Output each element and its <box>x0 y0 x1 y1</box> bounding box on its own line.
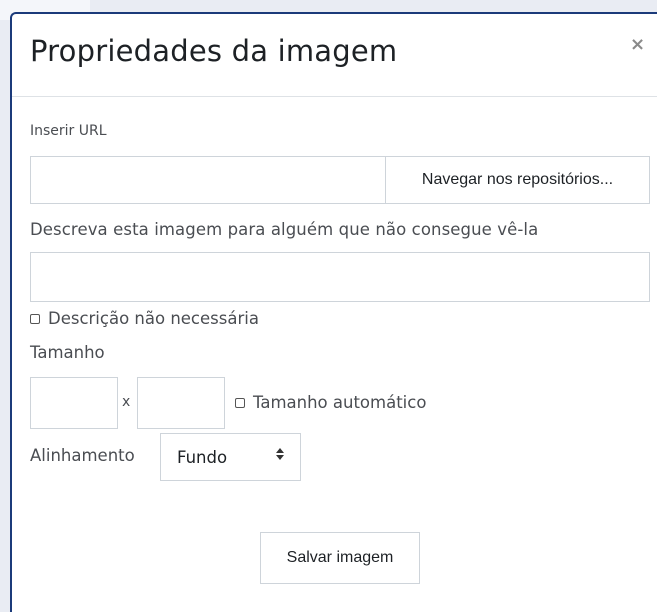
browse-repositories-button[interactable]: Navegar nos repositórios... <box>385 156 650 204</box>
close-icon[interactable]: × <box>630 34 645 55</box>
height-input[interactable] <box>137 377 225 429</box>
select-arrows-icon <box>275 447 285 462</box>
description-not-needed-checkbox[interactable] <box>30 314 40 324</box>
dialog-header: Propriedades da imagem × <box>12 14 657 97</box>
size-label: Tamanho <box>30 343 105 362</box>
url-input[interactable] <box>30 156 386 204</box>
alignment-label: Alinhamento <box>30 446 135 465</box>
auto-size-checkbox[interactable] <box>235 398 245 408</box>
description-label: Descreva esta imagem para alguém que não… <box>30 220 539 239</box>
alignment-select[interactable]: Fundo <box>160 433 301 481</box>
url-label: Inserir URL <box>30 123 107 139</box>
alignment-selected-value: Fundo <box>177 448 228 467</box>
save-image-button[interactable]: Salvar imagem <box>260 532 420 584</box>
auto-size-label[interactable]: Tamanho automático <box>253 393 426 412</box>
width-input[interactable] <box>30 377 118 429</box>
dialog-title: Propriedades da imagem <box>30 34 398 68</box>
description-not-needed-label[interactable]: Descrição não necessária <box>48 309 259 328</box>
description-input[interactable] <box>30 252 650 302</box>
image-properties-dialog: Propriedades da imagem × Inserir URL Nav… <box>10 12 657 612</box>
size-separator: x <box>122 394 131 410</box>
